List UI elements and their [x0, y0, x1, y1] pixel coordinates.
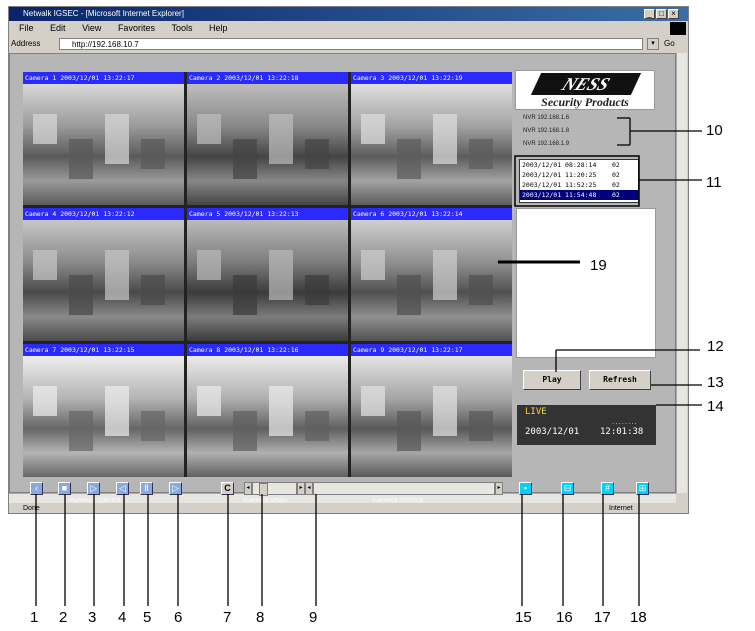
callout-6: 6	[174, 609, 183, 626]
callout-10: 10	[706, 122, 723, 139]
callout-17: 17	[594, 609, 611, 626]
callout-15: 15	[515, 609, 532, 626]
callout-1: 1	[30, 609, 39, 626]
callout-7: 7	[223, 609, 232, 626]
callout-18: 18	[630, 609, 647, 626]
callout-4: 4	[118, 609, 127, 626]
callout-13: 13	[707, 374, 724, 391]
callout-3: 3	[88, 609, 97, 626]
callout-14: 14	[707, 398, 724, 415]
callout-12: 12	[707, 338, 724, 355]
callout-16: 16	[556, 609, 573, 626]
callout-19: 19	[590, 257, 607, 274]
callout-2: 2	[59, 609, 68, 626]
callout-8: 8	[256, 609, 265, 626]
event-list-highlight	[514, 155, 640, 207]
callout-lines	[35, 117, 702, 606]
callout-11: 11	[706, 174, 722, 191]
callout-5: 5	[143, 609, 152, 626]
callout-9: 9	[309, 609, 318, 626]
